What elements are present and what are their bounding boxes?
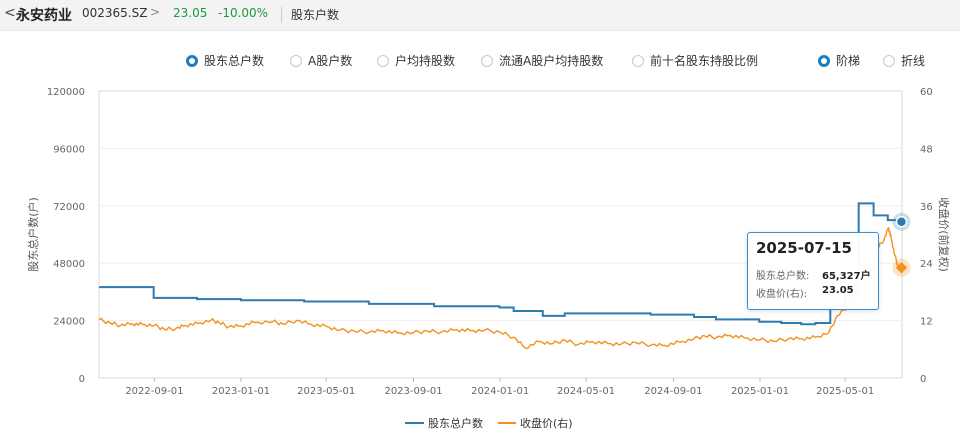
y-left-tick-label: 120000 — [47, 87, 85, 98]
radio-dot-icon — [632, 54, 644, 67]
back-icon[interactable]: < — [4, 5, 16, 21]
y-right-axis-title: 收盘价(前复权) — [937, 197, 951, 272]
y-left-tick-label: 96000 — [53, 144, 85, 155]
radio-label: 户均持股数 — [395, 54, 456, 68]
y-left-tick-label: 0 — [79, 374, 85, 385]
radio-label: 流通A股户均持股数 — [499, 54, 604, 68]
radio-label: A股户数 — [308, 54, 353, 68]
chart-tooltip: 2025-07-15 股东总户数: 65,327户 收盘价(右): 23.05 — [747, 232, 879, 310]
y-right-tick-label: 12 — [920, 317, 933, 328]
x-tick-label: 2024-01-01 — [471, 386, 529, 397]
radio-dot-icon — [481, 54, 493, 67]
y-left-tick-label: 24000 — [53, 317, 85, 328]
metric-options: 股东总户数 A股户数 户均持股数 流通A股户均持股数 前十名股东持股比例 阶梯 … — [0, 52, 960, 70]
divider — [281, 7, 282, 23]
x-tick-label: 2022-09-01 — [125, 386, 183, 397]
x-tick-label: 2023-09-01 — [384, 386, 442, 397]
stock-price: 23.05 — [173, 6, 208, 20]
y-right-tick-label: 60 — [920, 87, 933, 98]
legend-holders-label: 股东总户数 — [428, 416, 483, 430]
radio-dot-icon — [290, 54, 302, 67]
x-tick-label: 2024-05-01 — [557, 386, 615, 397]
radio-float-avg-shares[interactable]: 流通A股户均持股数 — [481, 52, 603, 69]
radio-total-holders[interactable]: 股东总户数 — [186, 52, 264, 69]
y-right-tick-label: 48 — [920, 144, 933, 155]
tooltip-value-price: 23.05 — [822, 285, 854, 296]
y-left-tick-label: 48000 — [53, 259, 85, 270]
x-tick-label: 2023-01-01 — [212, 386, 270, 397]
radio-dot-icon — [186, 54, 198, 67]
legend-price-label: 收盘价(右) — [520, 416, 573, 430]
x-tick-label: 2025-01-01 — [731, 386, 789, 397]
x-tick-label: 2024-09-01 — [644, 386, 702, 397]
y-left-axis-title: 股东总户数(户) — [26, 197, 40, 272]
radio-label: 阶梯 — [836, 54, 861, 68]
radio-mode-step[interactable]: 阶梯 — [818, 52, 860, 69]
y-right-tick-label: 0 — [920, 374, 926, 385]
radio-label: 折线 — [901, 54, 926, 68]
radio-avg-shares[interactable]: 户均持股数 — [377, 52, 455, 69]
tooltip-label-holders: 股东总户数: — [756, 271, 810, 282]
radio-label: 前十名股东持股比例 — [650, 54, 759, 68]
radio-a-share-holders[interactable]: A股户数 — [290, 52, 352, 69]
y-right-tick-label: 36 — [920, 202, 933, 213]
radio-dot-icon — [818, 54, 830, 67]
tooltip-date: 2025-07-15 — [756, 239, 852, 257]
radio-top10-ratio[interactable]: 前十名股东持股比例 — [632, 52, 758, 69]
radio-dot-icon — [883, 54, 895, 67]
x-tick-label: 2023-05-01 — [297, 386, 355, 397]
holders-marker — [895, 216, 908, 228]
stock-change: -10.00% — [218, 6, 269, 20]
y-right-tick-label: 24 — [920, 259, 933, 270]
radio-label: 股东总户数 — [204, 54, 265, 68]
radio-mode-line[interactable]: 折线 — [883, 52, 925, 69]
breadcrumb: 股东户数 — [291, 8, 340, 22]
tooltip-label-price: 收盘价(右): — [756, 289, 808, 300]
x-tick-label: 2025-05-01 — [816, 386, 874, 397]
stock-code: 002365.SZ — [82, 6, 148, 20]
header-bar: < 永安药业 002365.SZ > 23.05 -10.00% 股东户数 — [0, 0, 960, 31]
tooltip-value-holders: 65,327户 — [822, 271, 871, 282]
radio-dot-icon — [377, 54, 389, 67]
y-left-tick-label: 72000 — [53, 202, 85, 213]
chevron-right-icon[interactable]: > — [150, 5, 160, 19]
stock-name: 永安药业 — [16, 8, 72, 24]
